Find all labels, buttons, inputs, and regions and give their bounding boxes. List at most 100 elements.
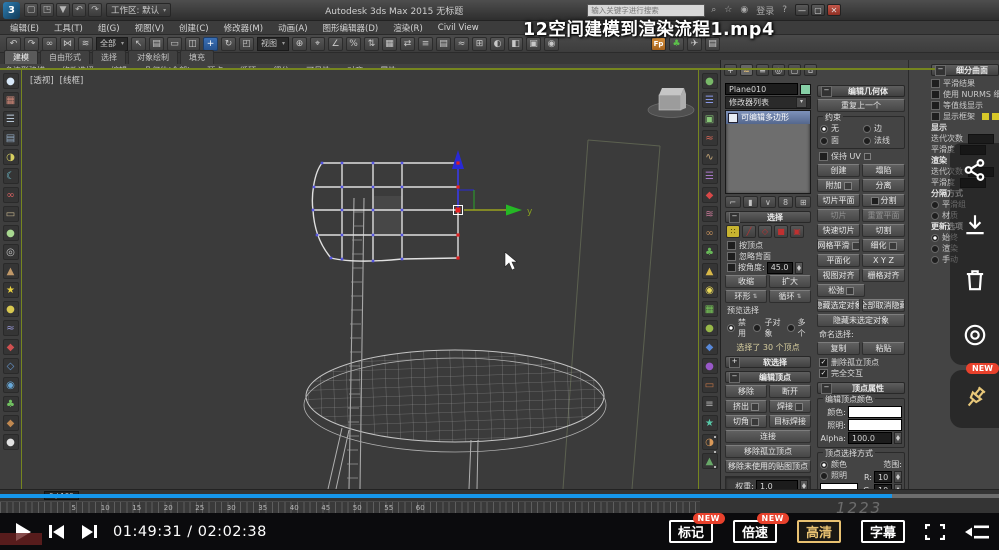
angle-spinner[interactable] [795, 262, 803, 274]
toolbar-icon[interactable]: ⇅ [364, 37, 379, 51]
viewcube[interactable] [648, 88, 694, 118]
subdivision-option[interactable]: 等值线显示 [931, 100, 999, 111]
menu-item[interactable]: Civil View [438, 23, 479, 33]
quick-access-icon[interactable]: ↶ [72, 3, 86, 17]
rollout-vertex-properties[interactable]: 顶点属性 [817, 382, 905, 394]
command-panel-tab[interactable]: ≡ [756, 64, 769, 76]
player-feature-button[interactable]: 标记 NEW [669, 520, 713, 543]
viewport-label[interactable]: [透视] [线框] [30, 74, 83, 86]
illumination-swatch[interactable] [848, 419, 902, 431]
menu-item[interactable]: 组(G) [98, 22, 120, 34]
signin-link[interactable]: 登录 [754, 4, 776, 17]
tool-strip-icon[interactable]: ● [702, 320, 718, 336]
rollout-selection[interactable]: 选择 [725, 211, 811, 223]
tool-strip-icon[interactable]: ▲ [702, 263, 718, 279]
stack-tool-icon[interactable]: 8 [778, 196, 794, 208]
tool-strip-icon[interactable]: ◉ [702, 282, 718, 298]
quick-access-icon[interactable]: ◳ [40, 3, 54, 17]
edit-vertices-button[interactable]: 断开 [769, 385, 811, 398]
tool-strip-icon[interactable]: ☰ [702, 92, 718, 108]
copy-button[interactable]: 复制 [817, 342, 860, 355]
stack-tool-icon[interactable]: ▮ [743, 196, 759, 208]
ribbon-tab[interactable]: 自由形式 [40, 50, 90, 64]
geometry-checkbox[interactable]: 完全交互 [819, 368, 903, 379]
tool-strip-icon[interactable]: ● [3, 225, 19, 241]
viewport-shading-label[interactable]: [线框] [60, 74, 84, 86]
toolbar-icon[interactable]: ↷ [24, 37, 39, 51]
tool-strip-icon[interactable]: ♣ [3, 396, 19, 412]
object-color-swatch[interactable] [800, 84, 811, 95]
fullscreen-icon[interactable] [925, 524, 945, 540]
toolbar-dropdown[interactable]: 全部 [96, 37, 128, 51]
toolbar-icon[interactable]: ▤ [436, 37, 451, 51]
trash-icon[interactable] [962, 267, 988, 296]
selection-checkbox[interactable]: 忽略背面 [727, 251, 809, 262]
toolbar-icon[interactable]: ≈ [454, 37, 469, 51]
tool-strip-icon[interactable]: ≋ [702, 206, 718, 222]
tool-strip-icon[interactable]: ◆ [3, 415, 19, 431]
tool-strip-icon[interactable]: ● [3, 73, 19, 89]
edit-geometry-button[interactable]: 分割 [862, 194, 905, 207]
menu-item[interactable]: 创建(C) [179, 22, 209, 34]
toolbar-icon[interactable]: ⇄ [400, 37, 415, 51]
toolbar-icon[interactable]: + [203, 37, 218, 51]
edit-geometry-button[interactable]: 细化 [862, 239, 905, 252]
edit-vertices-button[interactable]: 移除 [725, 385, 767, 398]
viewport[interactable]: [透视] [线框] [22, 70, 698, 489]
subdivision-option[interactable]: 显示框架 [931, 111, 999, 122]
command-panel-tab[interactable]: ▢ [788, 64, 801, 76]
toolbar-icon[interactable]: ▦ [382, 37, 397, 51]
edge-mode-icon[interactable]: ╱ [742, 225, 756, 238]
share-icon[interactable] [962, 157, 988, 186]
stack-item[interactable]: 可编辑多边形 [726, 111, 810, 124]
by-angle-checkbox[interactable]: 按角度: 45.0 [727, 262, 809, 273]
edit-geometry-button[interactable]: 视图对齐 [817, 269, 860, 282]
quick-access-icon[interactable]: ▢ [24, 3, 38, 17]
user-icon[interactable]: ◉ [738, 5, 750, 15]
menu-item[interactable]: 图形编辑器(D) [323, 22, 379, 34]
command-panel-tab[interactable]: ◎ [772, 64, 785, 76]
toolbar-icon[interactable]: ↶ [6, 37, 21, 51]
tool-strip-icon[interactable]: ● [3, 301, 19, 317]
toolbar-icon[interactable]: ≡ [418, 37, 433, 51]
object-name-field[interactable]: Plane010 [725, 83, 798, 95]
paste-button[interactable]: 粘贴 [862, 342, 905, 355]
toolbar-icon[interactable]: ◧ [508, 37, 523, 51]
polygon-mode-icon[interactable]: ■ [774, 225, 788, 238]
edit-geometry-button[interactable]: 快速切片 [817, 224, 860, 237]
menu-item[interactable]: 修改器(M) [224, 22, 263, 34]
search-icon[interactable]: ⌕ [709, 5, 718, 15]
tool-strip-icon[interactable]: ★ [3, 282, 19, 298]
edit-geometry-button[interactable]: 平面化 [817, 254, 860, 267]
subdivision-option[interactable]: 使用 NURMS 细分 [931, 89, 999, 100]
toolbar-dropdown[interactable]: 视图 [257, 37, 289, 51]
selection-button[interactable]: 扩大 [769, 275, 811, 288]
prev-frame-button[interactable] [49, 525, 64, 539]
modifier-list-dropdown[interactable]: 修改器列表 [725, 96, 811, 109]
ribbon-tab[interactable]: 填充 [180, 50, 214, 64]
toolbar-icon[interactable]: ⊞ [472, 37, 487, 51]
geometry-checkbox[interactable]: 删除孤立顶点 [819, 357, 903, 368]
edit-vertices-button[interactable]: 焊接 [769, 400, 811, 413]
toolbar-icon[interactable]: ⌖ [310, 37, 325, 51]
quick-access-icon[interactable]: ▼ [56, 3, 70, 17]
command-panel-tab[interactable]: ≈ [740, 64, 753, 76]
unhide-all-button[interactable]: 全部取消隐藏 [862, 299, 905, 312]
preserve-uv-settings-icon[interactable] [864, 153, 871, 160]
constraint-radio[interactable]: 面 [820, 135, 859, 146]
tool-strip-icon[interactable]: ▭ [3, 206, 19, 222]
angle-value-field[interactable]: 45.0 [767, 262, 793, 274]
selection-button[interactable]: 收缩 [725, 275, 767, 288]
command-panel-tab[interactable]: + [724, 64, 737, 76]
rollout-edit-vertices[interactable]: 编辑顶点 [725, 371, 811, 383]
ribbon-tab[interactable]: 建模 [4, 50, 38, 64]
toolbar-icon[interactable]: ◐ [490, 37, 505, 51]
toolbar-icon[interactable]: % [346, 37, 361, 51]
edit-vertices-button[interactable]: 移除未使用的贴图顶点 [725, 460, 811, 473]
star-icon[interactable]: ☆ [722, 5, 734, 15]
toolbar-icon[interactable]: ↖ [131, 37, 146, 51]
edit-geometry-button[interactable]: 重置平面 [862, 209, 905, 222]
viewport-view-label[interactable]: [透视] [30, 74, 54, 86]
toolbar-icon[interactable]: ◫ [185, 37, 200, 51]
menu-item[interactable]: 视图(V) [135, 22, 164, 34]
